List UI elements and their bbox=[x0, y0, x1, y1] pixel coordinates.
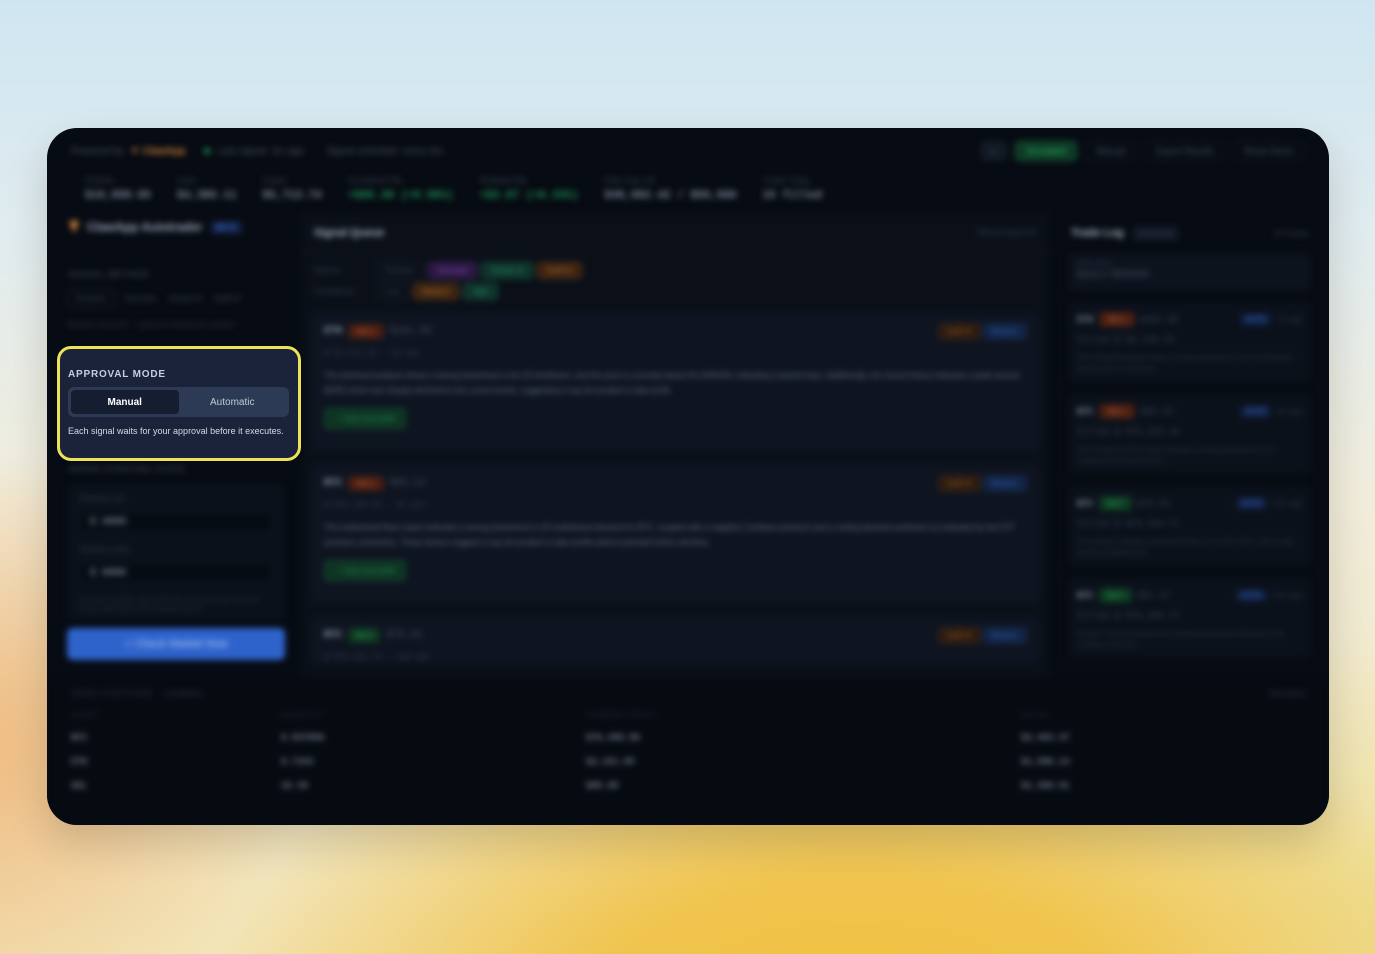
stat-cash: Cash $4,386.11 bbox=[177, 176, 237, 202]
trade-log-item[interactable]: BTC BUY $75.52 AUTO 13m ago Filled @ $76,434… bbox=[1069, 486, 1311, 566]
simulated-badge: Simulated bbox=[1131, 225, 1180, 241]
signal-card: BTC SELL $66.24 Swift AI Medium @ $76,388… bbox=[310, 464, 1040, 604]
claw-logo-icon bbox=[69, 221, 79, 233]
auto-executed-badge: ✓ Auto-executed bbox=[324, 560, 407, 581]
manual-button[interactable]: Manual bbox=[1084, 141, 1137, 161]
signal-queue-panel: Signal Queue Manual approval Method Rand… bbox=[300, 212, 1050, 678]
trade-count: 15 Trades bbox=[1273, 228, 1309, 238]
automatic-option[interactable]: Automatic bbox=[179, 390, 287, 414]
signal-card: ETH SELL $101.86 Swift AI Medium @ $2,151… bbox=[310, 312, 1040, 452]
positions-table: ASSET QUANTITY CURRENT PRICE VALUE BTC 0.… bbox=[71, 706, 1305, 799]
signal-card: BTC BUY $75.52 Swift AI Medium @ $76,364.… bbox=[310, 616, 1040, 664]
export-results-button[interactable]: Export Results bbox=[1144, 141, 1225, 161]
stat-unrealized-pnl: Unrealized P&L +$96.38 (+0.96%) bbox=[347, 176, 454, 202]
daily-spent-box: Daily spent $1917/$50000 bbox=[1069, 254, 1311, 290]
panel-title: ClawApp Autotrader BETA bbox=[69, 220, 285, 234]
filter-low[interactable]: Low bbox=[376, 283, 409, 300]
starting-cash-input[interactable]: $ 4000 bbox=[79, 511, 273, 533]
claw-logo-icon: ▼ bbox=[129, 145, 140, 157]
stat-portfolio: Portfolio $10,099.05 bbox=[85, 176, 152, 202]
table-row: SOL 16.49 $89.08 $1,468.91 bbox=[71, 781, 1070, 791]
filter-heuristic[interactable]: Heuristic bbox=[428, 262, 478, 279]
filter-swift-ai[interactable]: Swift AI bbox=[537, 262, 582, 279]
column-header: VALUE bbox=[1021, 712, 1049, 719]
approval-mode-note: Manual approval bbox=[976, 228, 1036, 237]
open-positions-panel: OPEN POSITIONS 3 positions Simulated ASS… bbox=[47, 680, 1329, 825]
filter-random[interactable]: Random bbox=[376, 262, 425, 279]
check-market-button[interactable]: ⚡ Check Market Now bbox=[67, 628, 285, 660]
manual-option[interactable]: Manual bbox=[71, 390, 179, 414]
starting-cash-label: Starting cash bbox=[79, 494, 126, 503]
signal-method-heading: SIGNAL METHOD bbox=[69, 270, 149, 279]
trade-log-item[interactable]: ETH SELL $101.86 AUTO 1m ago Filled @ $2,149… bbox=[1069, 302, 1311, 382]
signal-method-options: Random Heuristic Simple AI Swift AI bbox=[67, 289, 285, 308]
trade-log-title: Trade Log bbox=[1071, 227, 1124, 239]
approval-mode-title: APPROVAL MODE bbox=[68, 369, 166, 380]
schedule-text: Signal schedule: every 5m bbox=[326, 145, 444, 157]
signal-cards: ETH SELL $101.86 Swift AI Medium @ $2,151… bbox=[310, 312, 1040, 676]
trade-log-panel: Trade Log Simulated 15 Trades Daily spen… bbox=[1065, 212, 1315, 678]
stat-daily-cap: Daily Cap Left $48,082.42 / $50,000 bbox=[604, 176, 737, 202]
filter-simple-ai[interactable]: Simple AI bbox=[481, 262, 534, 279]
column-header: QUANTITY bbox=[281, 712, 325, 719]
powered-by-text: Powered by bbox=[71, 145, 124, 157]
trade-log-item[interactable]: BTC BUY $51.47 AUTO 13m ago Filled @ $76,469… bbox=[1069, 578, 1311, 658]
action-pill: SELL bbox=[348, 476, 384, 491]
open-positions-title: OPEN POSITIONS bbox=[71, 688, 154, 698]
confidence-filter-label: Confidence bbox=[314, 287, 355, 296]
method-heuristic[interactable]: Heuristic bbox=[123, 290, 158, 307]
filter-medium[interactable]: Medium bbox=[412, 283, 460, 300]
stat-crypto: Crypto $5,713.74 bbox=[262, 176, 322, 202]
beta-badge: BETA bbox=[210, 220, 242, 234]
trade-log-item[interactable]: BTC SELL $66.24 AUTO 4m ago Filled @ $76,329… bbox=[1069, 394, 1311, 474]
table-row: ETH 0.7343 $2,151.85 $1,580.14 bbox=[71, 757, 1070, 767]
simulated-button[interactable]: Simulated bbox=[1014, 141, 1077, 161]
stat-trades-today: Trades Today 15 filled bbox=[762, 176, 822, 202]
action-pill: SELL bbox=[348, 324, 384, 339]
last-signal-text: Last signal: 1m ago bbox=[217, 145, 305, 157]
app-window: Powered by ▼ ClawApp Last signal: 1m ago … bbox=[47, 128, 1329, 825]
action-pill: BUY bbox=[348, 628, 381, 643]
paper-state-box: Starting cash $ 4000 Starting crypto $ 6… bbox=[67, 484, 285, 620]
reset-demo-button[interactable]: Reset Demo bbox=[1232, 141, 1305, 161]
status-dot-icon bbox=[203, 148, 210, 154]
positions-count: 3 positions bbox=[163, 688, 202, 698]
positions-mode: Simulated bbox=[1269, 688, 1305, 698]
method-swift-ai[interactable]: Swift AI bbox=[212, 290, 243, 307]
method-filter-label: Method bbox=[314, 266, 341, 275]
table-row: BTC 0.037850 $76,399.96 $2,464.47 bbox=[71, 733, 1070, 743]
column-header: CURRENT PRICE bbox=[586, 712, 657, 719]
stat-realized-pnl: Realized P&L +$3.97 (+0.33%) bbox=[479, 176, 579, 202]
queue-filters: Method Random Heuristic Simple AI Swift … bbox=[300, 254, 1050, 312]
paper-note: On reset, portfolio starts with this cas… bbox=[79, 597, 258, 613]
column-header: ASSET bbox=[71, 712, 99, 719]
starting-crypto-input[interactable]: $ 6000 bbox=[79, 562, 273, 584]
signal-queue-title: Signal Queue bbox=[314, 226, 385, 239]
top-bar: Powered by ▼ ClawApp Last signal: 1m ago … bbox=[47, 128, 1329, 174]
paper-state-heading: PAPER STARTING STATE bbox=[69, 465, 186, 474]
method-random[interactable]: Random bbox=[67, 289, 116, 308]
method-hint: Random buy/sell — great for testing the … bbox=[67, 320, 236, 329]
filter-high[interactable]: High bbox=[463, 283, 498, 300]
approval-mode-toggle: Manual Automatic bbox=[68, 387, 289, 417]
theme-toggle[interactable]: ◐ bbox=[980, 141, 1007, 161]
starting-crypto-label: Starting crypto bbox=[79, 545, 131, 554]
method-simple-ai[interactable]: Simple AI bbox=[166, 290, 204, 307]
approval-mode-description: Each signal waits for your approval befo… bbox=[68, 426, 284, 436]
blurred-background-ui: Powered by ▼ ClawApp Last signal: 1m ago … bbox=[47, 128, 1329, 825]
approval-mode-card: APPROVAL MODE Manual Automatic Each sign… bbox=[57, 346, 301, 461]
stats-bar: Portfolio $10,099.05 Cash $4,386.11 Crypto… bbox=[85, 176, 822, 202]
auto-executed-badge: ✓ Auto-executed bbox=[324, 408, 407, 429]
brand-link[interactable]: ▼ ClawApp bbox=[130, 146, 186, 157]
